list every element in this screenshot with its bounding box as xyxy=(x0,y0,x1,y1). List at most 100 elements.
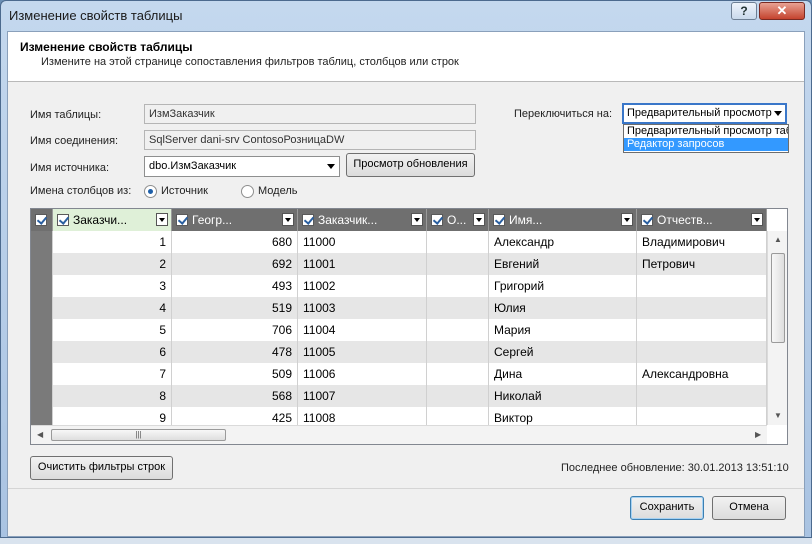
row-selector[interactable] xyxy=(31,363,53,385)
table-cell[interactable]: 11002 xyxy=(298,275,427,297)
row-selector[interactable] xyxy=(31,297,53,319)
table-cell[interactable]: Юлия xyxy=(489,297,637,319)
table-cell[interactable] xyxy=(427,231,489,253)
switch-select[interactable]: Предварительный просмотр xyxy=(622,103,787,124)
table-row[interactable]: 3 493 11002 Григорий xyxy=(31,275,767,297)
filter-dropdown-icon[interactable] xyxy=(621,213,633,226)
table-cell[interactable] xyxy=(427,341,489,363)
save-button[interactable]: Сохранить xyxy=(630,496,704,520)
radio-model[interactable] xyxy=(241,185,254,198)
table-cell[interactable]: 1 xyxy=(53,231,172,253)
table-cell[interactable]: 5 xyxy=(53,319,172,341)
table-cell[interactable]: Александровна xyxy=(637,363,767,385)
close-button[interactable]: ✕ xyxy=(759,2,805,20)
table-cell[interactable] xyxy=(637,385,767,407)
table-cell[interactable]: Александр xyxy=(489,231,637,253)
table-cell[interactable]: 706 xyxy=(172,319,298,341)
table-cell[interactable]: 2 xyxy=(53,253,172,275)
checkbox-icon[interactable] xyxy=(57,214,69,226)
table-row[interactable]: 1 680 11000 Александр Владимирович xyxy=(31,231,767,253)
table-cell[interactable]: 6 xyxy=(53,341,172,363)
table-row[interactable]: 8 568 11007 Николай xyxy=(31,385,767,407)
checkbox-icon[interactable] xyxy=(431,214,443,226)
table-cell[interactable]: 493 xyxy=(172,275,298,297)
table-cell[interactable]: 519 xyxy=(172,297,298,319)
table-cell[interactable]: 3 xyxy=(53,275,172,297)
table-row[interactable]: 5 706 11004 Мария xyxy=(31,319,767,341)
table-cell[interactable]: 478 xyxy=(172,341,298,363)
scroll-right-icon[interactable]: ▶ xyxy=(755,430,761,439)
table-cell[interactable]: 509 xyxy=(172,363,298,385)
table-cell[interactable]: Мария xyxy=(489,319,637,341)
radio-model-label[interactable]: Модель xyxy=(258,185,297,197)
table-cell[interactable] xyxy=(427,275,489,297)
table-cell[interactable] xyxy=(427,297,489,319)
select-all-cell[interactable] xyxy=(31,209,53,231)
table-cell[interactable]: Сергей xyxy=(489,341,637,363)
column-header[interactable]: Геогр... xyxy=(172,209,298,231)
source-select[interactable]: dbo.ИзмЗаказчик xyxy=(144,156,340,177)
checkbox-icon[interactable] xyxy=(493,214,505,226)
table-cell[interactable]: Григорий xyxy=(489,275,637,297)
title-bar[interactable]: Изменение свойств таблицы ? ✕ xyxy=(1,1,811,29)
row-selector[interactable] xyxy=(31,231,53,253)
column-header[interactable]: Заказчи... xyxy=(53,209,172,231)
table-cell[interactable]: Петрович xyxy=(637,253,767,275)
dropdown-option-query-editor[interactable]: Редактор запросов xyxy=(624,138,788,151)
table-cell[interactable]: 11004 xyxy=(298,319,427,341)
filter-dropdown-icon[interactable] xyxy=(282,213,294,226)
table-row[interactable]: 4 519 11003 Юлия xyxy=(31,297,767,319)
vertical-scroll-thumb[interactable] xyxy=(771,253,785,343)
row-selector[interactable] xyxy=(31,341,53,363)
table-cell[interactable] xyxy=(427,385,489,407)
preview-update-button[interactable]: Просмотр обновления xyxy=(346,153,475,177)
table-cell[interactable]: 11007 xyxy=(298,385,427,407)
table-cell[interactable]: 11006 xyxy=(298,363,427,385)
table-cell[interactable]: 568 xyxy=(172,385,298,407)
table-row[interactable]: 7 509 11006 Дина Александровна xyxy=(31,363,767,385)
table-cell[interactable] xyxy=(637,275,767,297)
table-cell[interactable]: Владимирович xyxy=(637,231,767,253)
table-cell[interactable]: 7 xyxy=(53,363,172,385)
table-cell[interactable]: Дина xyxy=(489,363,637,385)
horizontal-scroll-thumb[interactable]: ||| xyxy=(51,429,226,441)
help-button[interactable]: ? xyxy=(731,2,757,20)
table-cell[interactable]: 11005 xyxy=(298,341,427,363)
table-cell[interactable]: 11000 xyxy=(298,231,427,253)
vertical-scrollbar[interactable]: ▲ ▼ xyxy=(767,231,787,425)
row-selector[interactable] xyxy=(31,385,53,407)
connection-field[interactable]: SqlServer dani-srv ContosoРозницаDW xyxy=(144,130,476,150)
checkbox-icon[interactable] xyxy=(35,214,47,226)
column-header[interactable]: Заказчик... xyxy=(298,209,427,231)
table-cell[interactable] xyxy=(637,341,767,363)
table-name-field[interactable]: ИзмЗаказчик xyxy=(144,104,476,124)
table-cell[interactable] xyxy=(637,319,767,341)
radio-source-label[interactable]: Источник xyxy=(161,185,208,197)
scroll-left-icon[interactable]: ◀ xyxy=(37,430,43,439)
filter-dropdown-icon[interactable] xyxy=(751,213,763,226)
checkbox-icon[interactable] xyxy=(641,214,653,226)
filter-dropdown-icon[interactable] xyxy=(473,213,485,226)
filter-dropdown-icon[interactable] xyxy=(156,213,168,226)
table-cell[interactable]: 4 xyxy=(53,297,172,319)
clear-filters-button[interactable]: Очистить фильтры строк xyxy=(30,456,173,480)
table-cell[interactable]: 8 xyxy=(53,385,172,407)
column-header[interactable]: Имя... xyxy=(489,209,637,231)
table-cell[interactable]: 680 xyxy=(172,231,298,253)
row-selector[interactable] xyxy=(31,253,53,275)
column-header[interactable]: Отчеств... xyxy=(637,209,767,231)
checkbox-icon[interactable] xyxy=(176,214,188,226)
table-cell[interactable] xyxy=(427,319,489,341)
checkbox-icon[interactable] xyxy=(302,214,314,226)
table-cell[interactable]: Евгений xyxy=(489,253,637,275)
table-cell[interactable]: Николай xyxy=(489,385,637,407)
table-cell[interactable] xyxy=(427,363,489,385)
horizontal-scrollbar[interactable]: ◀ ||| ▶ xyxy=(31,425,767,444)
cancel-button[interactable]: Отмена xyxy=(712,496,786,520)
dropdown-option-table-preview[interactable]: Предварительный просмотр таблиц xyxy=(624,125,788,138)
column-header[interactable]: О... xyxy=(427,209,489,231)
table-row[interactable]: 2 692 11001 Евгений Петрович xyxy=(31,253,767,275)
table-cell[interactable]: 11003 xyxy=(298,297,427,319)
table-cell[interactable] xyxy=(637,297,767,319)
scroll-up-icon[interactable]: ▲ xyxy=(774,235,782,244)
